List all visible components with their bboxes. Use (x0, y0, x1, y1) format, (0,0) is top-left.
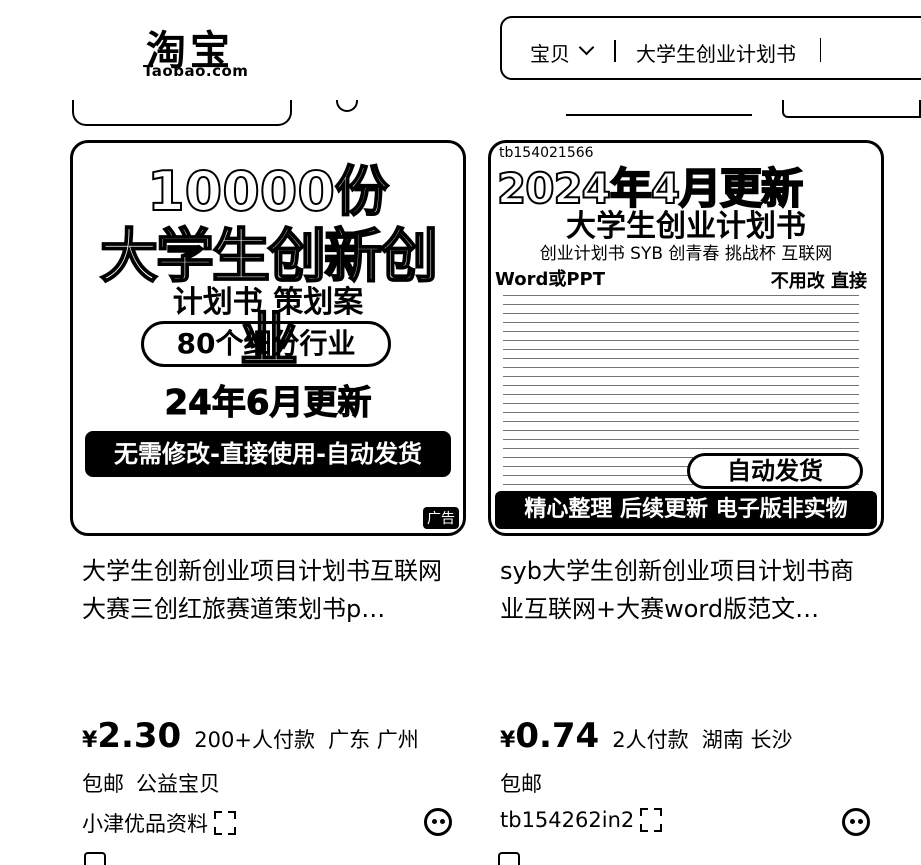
product-price: 2.30 (97, 716, 182, 756)
image-format-text: Word或PPT (495, 269, 606, 290)
product-card[interactable]: 10000份 大学生创新创业 计划书 策划案 80个细分行业 24年6月更新 无… (70, 140, 466, 836)
price-row: ¥2.30 200+人付款 广东 广州 (82, 716, 419, 756)
logo-text-en: Taobao.com (143, 62, 249, 80)
image-auto-ship-text: 自动发货 (687, 453, 863, 489)
shop-badge-icon (214, 811, 236, 835)
tag-charity: 公益宝贝 (136, 772, 220, 796)
currency-symbol: ¥ (82, 728, 98, 753)
ship-location: 广东 广州 (328, 728, 419, 752)
image-noedit-text: 不用改 直接 (770, 271, 867, 292)
currency-symbol: ¥ (500, 728, 516, 753)
price-row: ¥0.74 2人付款 湖南 长沙 (500, 716, 792, 756)
filter-icon[interactable] (336, 100, 358, 112)
sales-count: 2人付款 (612, 728, 689, 752)
next-row-card-partial (498, 852, 520, 865)
image-sub-text: 计划书 策划案 (172, 285, 364, 320)
shop-badge-icon (640, 808, 663, 832)
filter-pill[interactable] (782, 100, 921, 118)
image-tags-text: 创业计划书 SYB 创青春 挑战杯 互联网 (539, 244, 833, 264)
search-bar[interactable]: 宝贝 大学生创业计划书 (500, 16, 921, 80)
service-tags: 包邮 (500, 768, 542, 798)
search-divider (614, 40, 616, 62)
shop-name[interactable]: tb154262in2 (500, 808, 634, 832)
wangwang-chat-icon[interactable] (424, 808, 452, 836)
ship-location: 湖南 长沙 (701, 728, 793, 752)
next-row-card-partial (84, 852, 106, 865)
filter-divider (566, 114, 752, 116)
product-price: 0.74 (515, 716, 600, 756)
shop-link[interactable]: 小津优品资料 (82, 808, 236, 838)
product-title[interactable]: 大学生创新创业项目计划书互联网大赛三创红旅赛道策划书p… (82, 552, 457, 628)
search-category-select[interactable]: 宝贝 (530, 38, 570, 67)
tag-free-shipping: 包邮 (82, 772, 124, 796)
shop-link[interactable]: tb154262in2 (500, 808, 663, 832)
product-image[interactable]: 10000份 大学生创新创业 计划书 策划案 80个细分行业 24年6月更新 无… (70, 140, 466, 536)
image-band-text: 无需修改-直接使用-自动发货 (85, 431, 451, 477)
chevron-down-icon[interactable] (578, 39, 595, 56)
image-band-text: 精心整理 后续更新 电子版非实物 (495, 491, 877, 529)
service-tags: 包邮 公益宝贝 (82, 768, 220, 798)
product-image[interactable]: tb154021566 2024年4月更新 大学生创业计划书 创业计划书 SYB… (488, 140, 884, 536)
text-cursor (820, 38, 821, 62)
wangwang-chat-icon[interactable] (842, 808, 870, 836)
product-title[interactable]: syb大学生创新创业项目计划书商业互联网+大赛word版范文… (500, 552, 875, 628)
search-input[interactable]: 大学生创业计划书 (636, 38, 796, 67)
image-date-text: 24年6月更新 (164, 383, 372, 424)
sales-count: 200+人付款 (194, 728, 315, 752)
filter-pill[interactable] (72, 100, 292, 126)
shop-name[interactable]: 小津优品资料 (82, 808, 208, 838)
ad-badge: 广告 (423, 507, 459, 529)
product-card[interactable]: tb154021566 2024年4月更新 大学生创业计划书 创业计划书 SYB… (488, 140, 884, 836)
image-boxed-text: 80个细分行业 (141, 321, 391, 367)
tag-free-shipping: 包邮 (500, 772, 542, 796)
